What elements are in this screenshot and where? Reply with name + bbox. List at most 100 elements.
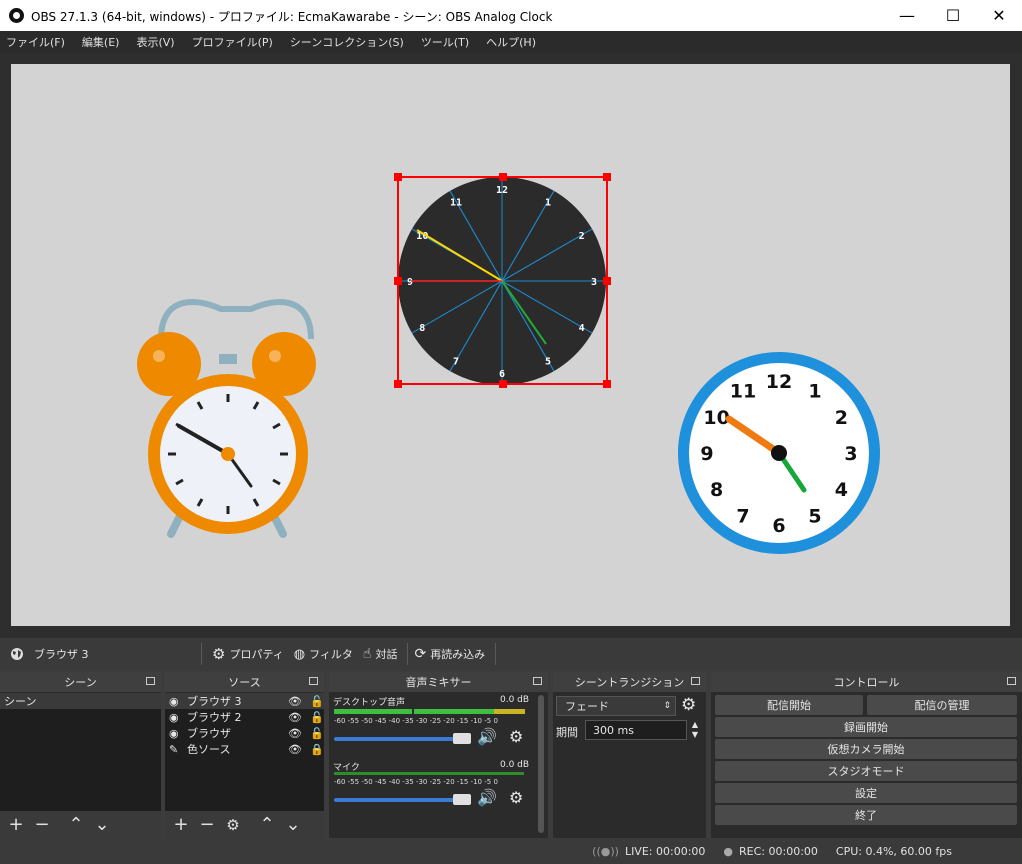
menu-view[interactable]: 表示(V) [136, 34, 174, 50]
add-icon[interactable]: + [6, 814, 26, 835]
dark-clock-number: 8 [419, 323, 425, 334]
unlock-icon[interactable]: 🔓 [310, 695, 324, 708]
obs-logo-icon [9, 8, 24, 23]
move-down-icon[interactable]: ⌄ [283, 814, 303, 835]
alarm-clock-image[interactable] [137, 299, 316, 538]
source-item[interactable]: ◉ ブラウザ 3 👁 🔓 [165, 693, 324, 709]
studio-mode-button[interactable]: スタジオモード [715, 761, 1017, 781]
move-up-icon[interactable]: ⌃ [66, 814, 86, 835]
source-item[interactable]: ◉ ブラウザ 2 👁 🔓 [165, 709, 324, 725]
eye-icon[interactable]: 👁 [288, 711, 310, 724]
volume-slider-handle[interactable] [453, 794, 471, 805]
filters-button[interactable]: ◍ フィルタ [294, 642, 353, 666]
rec-status: ● REC: 00:00:00 [723, 845, 818, 858]
menu-tools[interactable]: ツール(T) [421, 34, 469, 50]
preview-scene: 121234567891011 12 1234567891011 [137, 173, 880, 554]
interact-button[interactable]: ☝ 対話 [363, 642, 398, 666]
preview-canvas[interactable]: 121234567891011 1212345 [11, 64, 1010, 626]
eye-icon[interactable]: 👁 [288, 727, 310, 740]
meter-scale: -60 -55 -50 -45 -40 -35 -30 -25 -20 -15 … [334, 717, 498, 725]
controls-dock: コントロール 配信開始 配信の管理 録画開始 仮想カメラ開始 スタジオモード 設… [711, 672, 1022, 838]
menu-file[interactable]: ファイル(F) [6, 34, 65, 50]
undock-icon[interactable] [1007, 677, 1016, 685]
brush-icon: ✎ [169, 742, 179, 756]
sources-dock: ソース ◉ ブラウザ 3 👁 🔓 ◉ ブラウザ 2 👁 🔓 ◉ ブラウザ 👁 🔓… [165, 672, 324, 838]
start-virtual-camera-button[interactable]: 仮想カメラ開始 [715, 739, 1017, 759]
speaker-icon[interactable]: 🔊 [477, 788, 497, 807]
blue-clock-number: 11 [730, 381, 756, 403]
unlock-icon[interactable]: 🔓 [310, 711, 324, 724]
dark-clock-number: 9 [407, 277, 413, 288]
unlock-icon[interactable]: 🔓 [310, 727, 324, 740]
duration-input[interactable]: 300 ms [585, 720, 687, 740]
undock-icon[interactable] [146, 677, 155, 685]
move-up-icon[interactable]: ⌃ [257, 814, 277, 835]
speaker-icon[interactable]: 🔊 [477, 727, 497, 746]
undock-icon[interactable] [691, 677, 700, 685]
controls-body: 配信開始 配信の管理 録画開始 仮想カメラ開始 スタジオモード 設定 終了 [711, 693, 1022, 838]
volume-slider[interactable] [334, 798, 469, 802]
move-down-icon[interactable]: ⌄ [92, 814, 112, 835]
close-button[interactable]: ✕ [976, 0, 1022, 31]
live-status: ((●)) LIVE: 00:00:00 [592, 845, 705, 858]
menu-help[interactable]: ヘルプ(H) [486, 34, 536, 50]
blue-clock-number: 12 [766, 371, 792, 393]
blue-wall-clock[interactable]: 12 1234567891011 [678, 352, 880, 554]
lock-icon[interactable]: 🔒 [310, 743, 324, 756]
eye-icon[interactable]: 👁 [288, 743, 310, 756]
dark-clock-number: 11 [450, 197, 462, 208]
sources-title: ソース [228, 676, 261, 689]
source-name: ブラウザ 3 [187, 695, 242, 708]
menu-profile[interactable]: プロファイル(P) [192, 34, 273, 50]
start-recording-button[interactable]: 録画開始 [715, 717, 1017, 737]
gear-icon[interactable]: ⚙ [509, 788, 523, 807]
live-time: LIVE: 00:00:00 [624, 844, 706, 858]
dark-analog-clock[interactable]: 121234567891011 [398, 177, 606, 385]
manage-broadcast-button[interactable]: 配信の管理 [867, 695, 1017, 715]
settings-button[interactable]: 設定 [715, 783, 1017, 803]
menu-edit[interactable]: 編集(E) [82, 34, 120, 50]
scene-item[interactable]: シーン [0, 693, 161, 709]
eye-icon[interactable]: 👁 [288, 695, 310, 708]
blue-clock-number: 5 [808, 505, 821, 527]
title-bar: OBS 27.1.3 (64-bit, windows) - プロファイル: E… [0, 0, 1022, 31]
properties-button[interactable]: ⚙ プロパティ [212, 642, 284, 666]
rec-time: REC: 00:00:00 [739, 844, 818, 858]
scenes-title: シーン [64, 676, 97, 689]
gear-icon[interactable]: ⚙ [681, 695, 696, 715]
transitions-body: フェード ⇕ ⚙ 期間 300 ms ▲ ▼ [553, 693, 706, 838]
volume-slider[interactable] [334, 737, 469, 741]
status-bar: ((●)) LIVE: 00:00:00 ● REC: 00:00:00 CPU… [0, 838, 1022, 864]
blue-clock-number: 2 [835, 407, 848, 429]
meter-scale: -60 -55 -50 -45 -40 -35 -30 -25 -20 -15 … [334, 778, 498, 786]
transition-selected-value: フェード [565, 700, 609, 713]
maximize-button[interactable]: ☐ [930, 0, 976, 31]
dark-clock-number: 6 [499, 369, 505, 380]
source-item[interactable]: ✎ 色ソース 👁 🔒 [165, 741, 324, 757]
mixer-scrollbar[interactable] [538, 695, 544, 833]
transitions-title: シーントランジション [574, 676, 685, 689]
blue-clock-number: 3 [844, 443, 857, 465]
volume-slider-handle[interactable] [453, 733, 471, 744]
dark-clock-number: 2 [579, 231, 585, 242]
undock-icon[interactable] [533, 677, 542, 685]
source-name: 色ソース [187, 743, 231, 756]
gear-icon[interactable]: ⚙ [223, 815, 243, 835]
remove-icon[interactable]: − [197, 814, 217, 835]
exit-button[interactable]: 終了 [715, 805, 1017, 825]
source-item[interactable]: ◉ ブラウザ 👁 🔓 [165, 725, 324, 741]
undock-icon[interactable] [309, 677, 318, 685]
menu-scene-collection[interactable]: シーンコレクション(S) [290, 34, 404, 50]
volume-meter-bar [334, 772, 524, 775]
toolbar-divider [407, 643, 409, 665]
source-toolbar: ブラウザ 3 ⚙ プロパティ ◍ フィルタ ☝ 対話 ⟳ 再読み込み [0, 638, 1022, 670]
add-icon[interactable]: + [171, 814, 191, 835]
transition-select[interactable]: フェード ⇕ [556, 696, 676, 716]
gear-icon[interactable]: ⚙ [509, 727, 523, 746]
minimize-button[interactable]: — [884, 0, 930, 31]
dark-clock-number: 7 [453, 357, 459, 368]
reload-button[interactable]: ⟳ 再読み込み [414, 642, 485, 666]
start-streaming-button[interactable]: 配信開始 [715, 695, 863, 715]
remove-icon[interactable]: − [32, 814, 52, 835]
duration-stepper[interactable]: ▲ ▼ [688, 720, 702, 740]
